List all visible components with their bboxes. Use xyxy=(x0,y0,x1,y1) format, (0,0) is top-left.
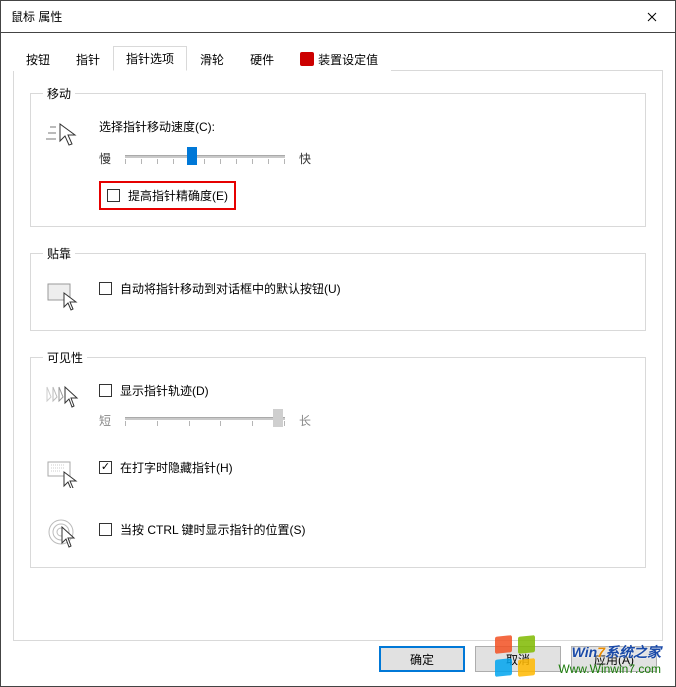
tab-panel-pointer-options: 移动 选择指针移动速度(C): 慢 xyxy=(13,71,663,641)
hide-while-typing-checkbox[interactable] xyxy=(99,461,112,474)
tab-label: 装置设定值 xyxy=(318,51,378,68)
dialog-buttons: 确定 取消 应用(A) xyxy=(379,646,657,672)
dialog-body: 按钮 指针 指针选项 滑轮 硬件 装置设定值 移动 选择指针移动速 xyxy=(1,33,675,641)
highlight-box: 提高指针精确度(E) xyxy=(99,181,236,210)
tab-wheel[interactable]: 滑轮 xyxy=(187,46,237,71)
vendor-icon xyxy=(300,52,314,66)
ok-button[interactable]: 确定 xyxy=(379,646,465,672)
tab-label: 指针选项 xyxy=(126,50,174,67)
motion-legend: 移动 xyxy=(43,85,75,102)
slow-label: 慢 xyxy=(99,150,111,167)
trail-length-slider xyxy=(125,409,285,431)
pointer-trails-label: 显示指针轨迹(D) xyxy=(120,382,209,399)
visibility-group: 可见性 显示指针轨迹(D) xyxy=(30,349,646,568)
snap-to-default-checkbox[interactable] xyxy=(99,282,112,295)
enhance-precision-checkbox[interactable] xyxy=(107,189,120,202)
titlebar: 鼠标 属性 xyxy=(1,1,675,33)
ctrl-locate-checkbox[interactable] xyxy=(99,523,112,536)
pointer-trails-checkbox[interactable] xyxy=(99,384,112,397)
tab-bar: 按钮 指针 指针选项 滑轮 硬件 装置设定值 xyxy=(13,45,663,71)
tab-label: 硬件 xyxy=(250,51,274,68)
tab-pointer-options[interactable]: 指针选项 xyxy=(113,46,187,71)
pointer-speed-slider[interactable] xyxy=(125,147,285,169)
snap-legend: 贴靠 xyxy=(43,245,75,262)
tab-pointers[interactable]: 指针 xyxy=(63,46,113,71)
trails-icon xyxy=(43,382,83,418)
tab-label: 指针 xyxy=(76,51,100,68)
close-icon xyxy=(647,12,657,22)
motion-group: 移动 选择指针移动速度(C): 慢 xyxy=(30,85,646,227)
window-title: 鼠标 属性 xyxy=(1,8,62,25)
long-label: 长 xyxy=(299,412,311,429)
hide-while-typing-label: 在打字时隐藏指针(H) xyxy=(120,459,233,476)
ctrl-locate-label: 当按 CTRL 键时显示指针的位置(S) xyxy=(120,521,306,538)
visibility-legend: 可见性 xyxy=(43,349,87,366)
enhance-precision-label: 提高指针精确度(E) xyxy=(128,187,228,204)
fast-label: 快 xyxy=(299,150,311,167)
tab-hardware[interactable]: 硬件 xyxy=(237,46,287,71)
snap-icon xyxy=(43,278,83,314)
short-label: 短 xyxy=(99,412,111,429)
cancel-button[interactable]: 取消 xyxy=(475,646,561,672)
close-button[interactable] xyxy=(629,1,675,32)
snap-group: 贴靠 自动将指针移动到对话框中的默认按钮(U) xyxy=(30,245,646,331)
hide-typing-icon xyxy=(43,455,83,491)
mouse-properties-window: 鼠标 属性 按钮 指针 指针选项 滑轮 硬件 装置设定值 移动 xyxy=(0,0,676,687)
tab-label: 按钮 xyxy=(26,51,50,68)
tab-device-settings[interactable]: 装置设定值 xyxy=(287,46,391,71)
apply-button[interactable]: 应用(A) xyxy=(571,646,657,672)
snap-to-default-label: 自动将指针移动到对话框中的默认按钮(U) xyxy=(120,280,341,297)
ctrl-locate-icon xyxy=(43,515,83,551)
speed-icon xyxy=(43,118,83,154)
tab-buttons[interactable]: 按钮 xyxy=(13,46,63,71)
tab-label: 滑轮 xyxy=(200,51,224,68)
speed-label: 选择指针移动速度(C): xyxy=(99,118,633,135)
